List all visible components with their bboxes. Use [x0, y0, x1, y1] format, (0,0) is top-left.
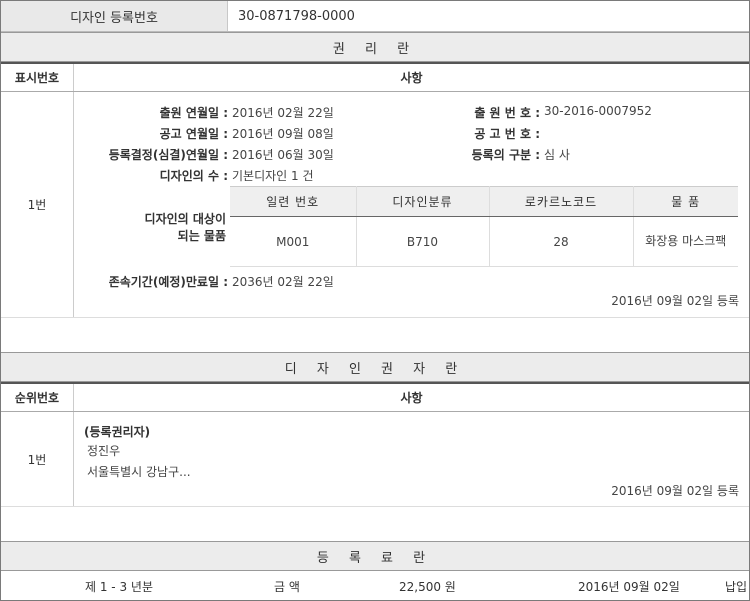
fee-amount-label: 금 액 — [274, 580, 300, 594]
document-frame: 디자인 등록번호 30-0871798-0000 권 리 란 표시번호 사항 1… — [0, 0, 750, 601]
goods-header-locarno: 로카르노코드 — [489, 186, 634, 217]
rights-column-header: 표시번호 사항 — [1, 62, 749, 92]
publication-date: 공고 연월일 :2016년 09월 08일 — [159, 127, 334, 141]
holders-details-header: 사항 — [400, 391, 423, 405]
rights-row-body: 출원 연월일 :2016년 02월 22일 출 원 번 호 :30-2016-0… — [74, 92, 749, 317]
holder-address: 서울특별시 강남구... — [87, 465, 191, 479]
expiry-date: 존속기간(예정)만료일 :2036년 02월 22일 — [108, 275, 334, 289]
goods-header-class: 디자인분류 — [356, 186, 490, 217]
holder-role: (등록권리자) — [84, 425, 151, 439]
goods-cell-class: B710 — [356, 216, 490, 267]
goods-cell-product: 화장용 마스크팩 — [633, 216, 738, 267]
registration-number-value: 30-0871798-0000 — [238, 8, 355, 24]
registration-decision-date: 등록결정(심결)연월일 :2016년 06월 30일 — [108, 148, 334, 162]
fee-period: 제 1 - 3 년분 — [85, 580, 153, 594]
goods-cell-locarno: 28 — [489, 216, 634, 267]
details-header: 사항 — [400, 71, 423, 85]
holders-row: 1번 (등록권리자) 정진우 서울특별시 강남구... 2016년 09월 02… — [1, 412, 749, 507]
registration-type: 등록의 구분 :심 사 — [471, 148, 570, 162]
holders-column-header: 순위번호 사항 — [1, 382, 749, 412]
fee-status: 납입 — [725, 580, 748, 594]
application-date: 출원 연월일 :2016년 02월 22일 — [159, 106, 334, 120]
fee-amount: 22,500 원 — [399, 580, 456, 594]
design-count: 디자인의 수 : 기본디자인 1 건 — [159, 169, 314, 183]
holders-registered-date: 2016년 09월 02일 등록 — [611, 484, 739, 498]
application-number: 출 원 번 호 :30-2016-0007952 — [474, 104, 652, 120]
display-number-header: 표시번호 — [1, 64, 74, 91]
fee-date: 2016년 09월 02일 — [578, 580, 680, 594]
registration-number-bar: 디자인 등록번호 30-0871798-0000 — [1, 1, 749, 32]
rights-row: 1번 출원 연월일 :2016년 02월 22일 출 원 번 호 :30-201… — [1, 92, 749, 318]
goods-table-header-row: 일련 번호 디자인분류 로카르노코드 물 품 — [230, 186, 738, 217]
holders-row-body: (등록권리자) 정진우 서울특별시 강남구... 2016년 09월 02일 등… — [74, 412, 749, 506]
holder-name: 정진우 — [87, 444, 121, 458]
goods-table: 일련 번호 디자인분류 로카르노코드 물 품 M001 B710 28 화장용 … — [230, 186, 738, 267]
table-row: M001 B710 28 화장용 마스크팩 — [230, 216, 738, 267]
holders-row-number: 1번 — [1, 412, 74, 506]
rights-row-number: 1번 — [1, 92, 74, 317]
goods-header-serial: 일련 번호 — [230, 186, 357, 217]
fees-section-title: 등 록 료 란 — [1, 541, 749, 571]
registration-number-label: 디자인 등록번호 — [1, 1, 228, 31]
goods-cell-serial: M001 — [230, 216, 357, 267]
rights-registered-date: 2016년 09월 02일 등록 — [611, 294, 739, 308]
design-target-label: 디자인의 대상이 되는 물품 — [144, 212, 226, 243]
rights-section-title: 권 리 란 — [1, 32, 749, 62]
publication-number: 공 고 번 호 : — [474, 127, 540, 141]
rank-number-header: 순위번호 — [1, 384, 74, 411]
goods-header-product: 물 품 — [633, 186, 738, 217]
fee-row: 제 1 - 3 년분 금 액 22,500 원 2016년 09월 02일 납입 — [1, 572, 749, 600]
holders-section-title: 디 자 인 권 자 란 — [1, 352, 749, 382]
